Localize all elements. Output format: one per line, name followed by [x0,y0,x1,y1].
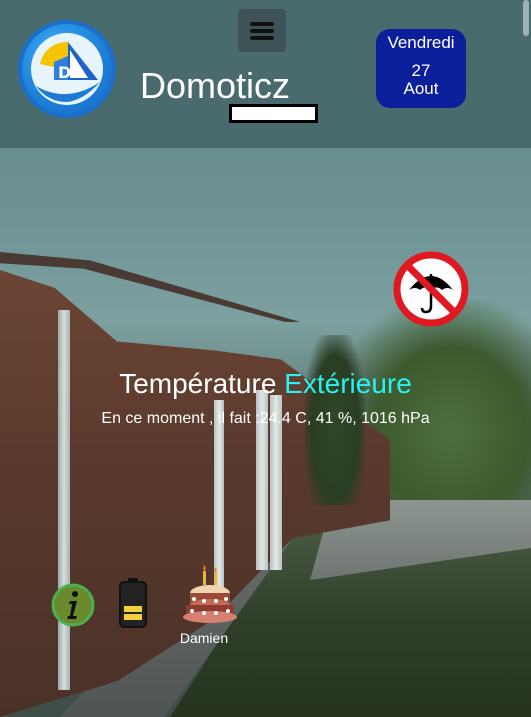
scrollbar-thumb[interactable] [523,0,529,36]
temperature-detail: En ce moment , il fait :24.4 C, 41 %, 10… [101,410,430,427]
app-title: Domoticz [140,65,291,106]
temperature-title-accent: Extérieure [284,368,412,399]
info-icon[interactable] [50,582,96,628]
svg-text:D: D [58,63,71,82]
domoticz-logo-icon[interactable]: D [18,20,116,118]
header-bar: D Domoticz Vendredi 27 Aout [0,0,531,148]
date-weekday: Vendredi [387,33,455,52]
birthday-name-label: Damien [179,630,229,646]
menu-bar-icon [250,29,274,33]
no-umbrella-icon[interactable] [392,250,470,328]
menu-bar-icon [250,36,274,40]
date-month: Aout [403,79,439,98]
house-pillar [214,400,224,590]
menu-button[interactable] [238,9,286,52]
menu-bar-icon [250,22,274,26]
battery-icon[interactable] [118,577,148,629]
birthday-cake-icon[interactable] [180,563,240,625]
temperature-title: Température Extérieure [0,368,531,400]
redacted-field [229,104,318,123]
date-widget[interactable]: Vendredi 27 Aout [376,29,466,108]
date-day: 27 [411,61,431,80]
gutter-pipe [58,310,70,690]
temperature-title-main: Température [119,368,277,399]
